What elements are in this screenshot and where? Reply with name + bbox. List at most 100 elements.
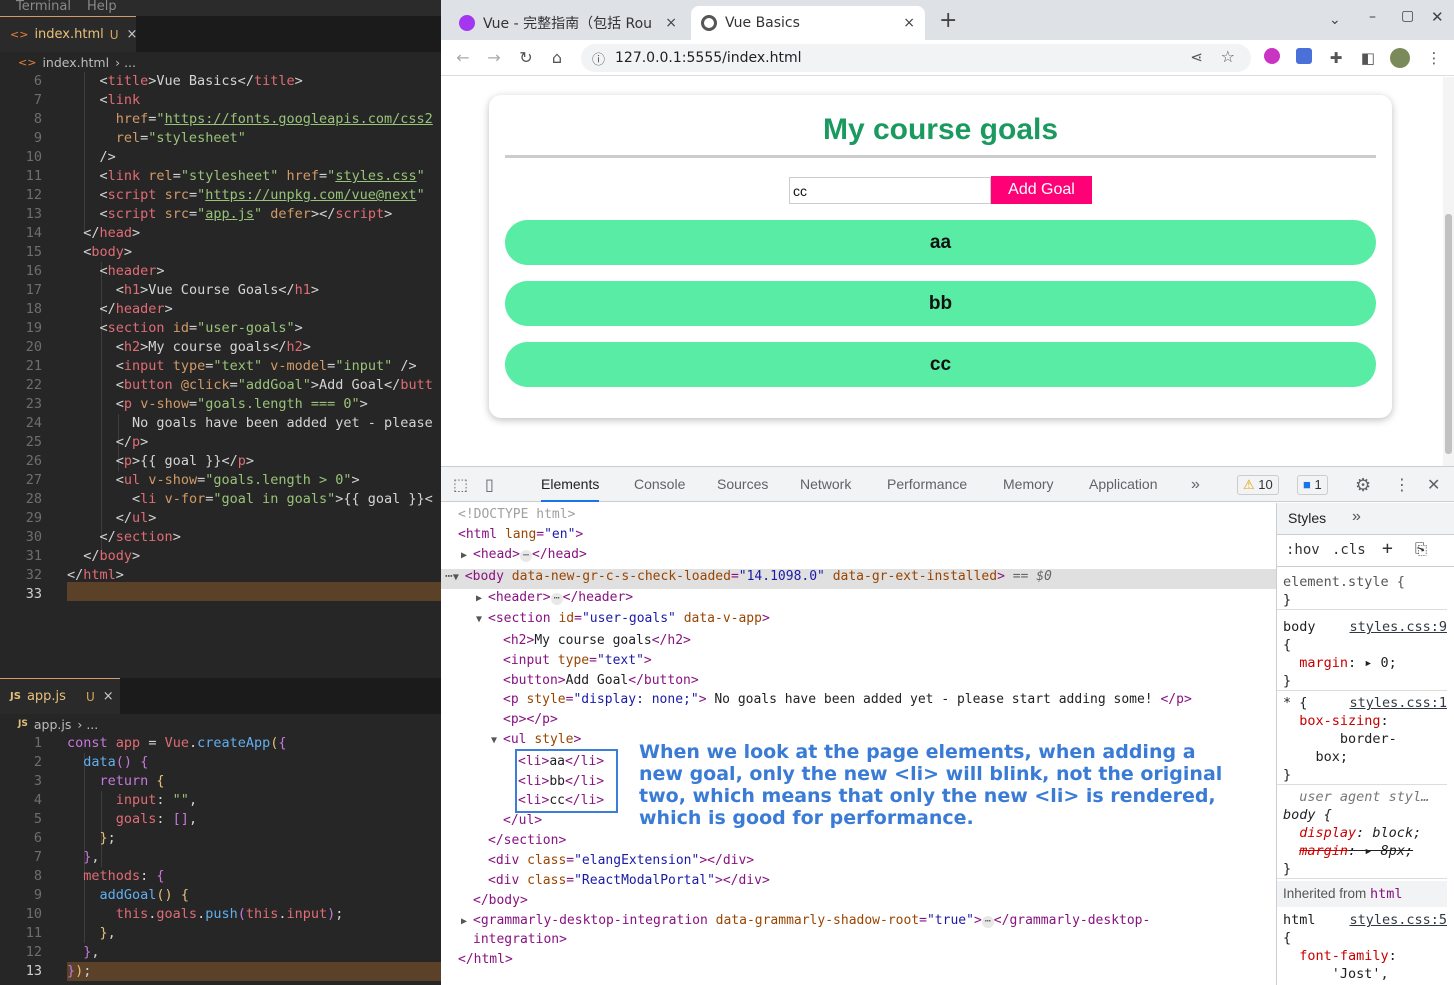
dom-node[interactable]: <p></p> (503, 710, 558, 730)
tab-performance[interactable]: Performance (887, 467, 967, 502)
line-number: 20 (25, 339, 42, 355)
new-rule-plus-icon[interactable]: + (1382, 538, 1393, 559)
share-icon[interactable]: ⋖ (1190, 48, 1203, 66)
breadcrumb-file[interactable]: app.js (34, 717, 72, 732)
tab-sources[interactable]: Sources (717, 467, 768, 502)
collapse-triangle-icon[interactable]: ▼ (453, 568, 465, 588)
breadcrumb-rest[interactable]: › ... (77, 717, 98, 732)
tab-styles[interactable]: Styles (1288, 510, 1326, 526)
close-icon[interactable]: × (127, 27, 138, 42)
add-goal-button[interactable]: Add Goal (991, 176, 1092, 204)
breadcrumb-rest[interactable]: › ... (115, 55, 136, 70)
dom-node[interactable]: ▶ <head> ⋯ </head> (461, 545, 587, 565)
extension-lr-icon[interactable] (1262, 48, 1282, 68)
dom-node[interactable]: <h2>My course goals</h2> (503, 631, 691, 651)
dom-node[interactable]: <p style="display: none;"> No goals have… (503, 690, 1192, 710)
devtools-menu-kebab-icon[interactable]: ⋮ (1394, 475, 1410, 494)
settings-gear-icon[interactable]: ⚙ (1355, 475, 1371, 496)
dom-node[interactable]: <div class="elangExtension"></div> (488, 851, 754, 871)
bookmark-star-icon[interactable]: ☆ (1221, 47, 1235, 66)
ellipsis-icon[interactable]: ⋯ (550, 593, 563, 605)
messages-badge[interactable]: ■ 1 (1297, 475, 1328, 495)
styles-more-chevron-icon[interactable]: » (1352, 508, 1361, 526)
browser-tab-vue-basics[interactable]: Vue Basics × (691, 6, 925, 40)
dom-node-body[interactable]: ⋯▼ <body data-new-gr-c-s-check-loaded="14… (445, 567, 1052, 587)
warnings-badge[interactable]: ⚠ 10 (1237, 475, 1279, 495)
tab-search-chevron-down-icon[interactable]: ⌄ (1329, 12, 1341, 28)
stylesheet-link[interactable]: styles.css:5 (1349, 911, 1447, 929)
dom-node[interactable]: ▶ <grammarly-desktop-integration data-gra… (461, 911, 1150, 931)
close-icon[interactable]: × (103, 689, 114, 704)
ellipsis-icon[interactable]: ⋯ (519, 550, 532, 562)
menu-kebab-icon[interactable]: ⋮ (1424, 48, 1444, 68)
close-icon[interactable]: × (665, 15, 677, 31)
dom-node[interactable]: </section> (488, 831, 566, 851)
dom-node[interactable]: <!DOCTYPE html> (458, 505, 575, 525)
menu-terminal[interactable]: Terminal (16, 0, 71, 14)
device-toolbar-icon[interactable]: ▯ (485, 475, 494, 494)
scrollbar-thumb[interactable] (1445, 214, 1452, 454)
translate-icon[interactable] (1294, 48, 1314, 68)
collapse-triangle-icon[interactable]: ▼ (476, 610, 488, 630)
dom-node[interactable]: </body> (473, 891, 528, 911)
hov-toggle[interactable]: :hov (1286, 542, 1320, 558)
paint-roller-icon[interactable]: ⎘ (1415, 540, 1427, 558)
stylesheet-link[interactable]: styles.css:1 (1349, 694, 1447, 712)
reload-icon[interactable]: ↻ (516, 48, 536, 67)
style-rule-body[interactable]: body styles.css:9 { margin: ▸ 0; } (1277, 618, 1447, 691)
new-tab-button[interactable]: + (939, 8, 957, 33)
dom-node[interactable]: ▼ <ul style> (491, 730, 581, 750)
goal-input[interactable] (789, 177, 991, 204)
dom-node[interactable]: <div class="ReactModalPortal"></div> (488, 871, 770, 891)
more-tabs-chevron-icon[interactable]: » (1191, 467, 1200, 502)
tab-app-js[interactable]: JS app.js U × (0, 678, 120, 714)
dom-node[interactable]: <html lang="en"> (458, 525, 583, 545)
extensions-puzzle-icon[interactable]: ✚ (1326, 48, 1346, 68)
cls-toggle[interactable]: .cls (1332, 542, 1366, 558)
dom-node[interactable]: <button>Add Goal</button> (503, 671, 699, 691)
side-panel-icon[interactable]: ◧ (1358, 48, 1378, 68)
inspect-element-icon[interactable]: ⬚ (453, 475, 468, 494)
js-file-icon: JS (10, 691, 21, 702)
html-editor[interactable]: 6 7 8 9 10 11 12 13 14 15 16 17 18 19 20 21 22 23 24 25 26 27… (0, 72, 441, 652)
ellipsis-icon[interactable]: ⋯ (981, 916, 994, 928)
style-rule-user-agent[interactable]: user agent styl… body { display: block; … (1277, 788, 1447, 879)
profile-avatar[interactable] (1390, 48, 1410, 68)
maximize-icon[interactable]: ▢ (1401, 8, 1414, 24)
page-scrollbar[interactable] (1443, 77, 1454, 466)
minimize-icon[interactable]: – (1369, 9, 1376, 25)
browser-tab-course[interactable]: Vue - 完整指南（包括 Rou × (449, 6, 687, 40)
dom-node[interactable]: <input type="text"> (503, 651, 652, 671)
tab-elements[interactable]: Elements (541, 467, 600, 502)
elements-dom-tree[interactable]: <!DOCTYPE html> <html lang="en"> ▶ <head>… (441, 503, 1276, 985)
dom-node[interactable]: integration> (473, 930, 567, 950)
breadcrumb-file[interactable]: index.html (42, 55, 109, 70)
home-icon[interactable]: ⌂ (547, 48, 567, 67)
menu-help[interactable]: Help (87, 0, 117, 14)
address-bar[interactable]: ⓘ 127.0.0.1:5555/index.html ⋖ ☆ (581, 44, 1251, 72)
back-arrow-icon[interactable]: ← (453, 48, 473, 67)
dom-node[interactable]: ▼ <section id="user-goals" data-v-app> (476, 609, 770, 629)
tab-application[interactable]: Application (1089, 467, 1158, 502)
window-close-icon[interactable]: ✕ (1431, 8, 1444, 26)
expand-triangle-icon[interactable]: ▶ (461, 546, 473, 566)
dom-node[interactable]: </html> (458, 950, 513, 970)
devtools-close-icon[interactable]: ✕ (1427, 475, 1440, 494)
close-icon[interactable]: × (903, 15, 915, 31)
dom-node[interactable]: </ul> (503, 811, 542, 831)
info-icon[interactable]: ⓘ (592, 49, 605, 68)
forward-arrow-icon[interactable]: → (484, 48, 504, 67)
tab-console[interactable]: Console (634, 467, 685, 502)
tab-index-html[interactable]: <> index.html U × (0, 16, 138, 52)
style-rule-universal[interactable]: * { styles.css:1 box-sizing: border- box… (1277, 694, 1447, 785)
expand-triangle-icon[interactable]: ▶ (461, 912, 473, 932)
tab-memory[interactable]: Memory (1003, 467, 1054, 502)
expand-triangle-icon[interactable]: ▶ (476, 589, 488, 609)
collapse-triangle-icon[interactable]: ▼ (491, 731, 503, 751)
dom-node[interactable]: ▶ <header> ⋯ </header> (476, 588, 633, 608)
stylesheet-link[interactable]: styles.css:9 (1349, 618, 1447, 636)
style-rule-element[interactable]: element.style { } (1277, 573, 1447, 610)
style-rule-html[interactable]: html styles.css:5 { font-family: 'Jost',… (1277, 911, 1447, 985)
tab-network[interactable]: Network (800, 467, 851, 502)
js-editor[interactable]: 1 2 3 4 5 6 7 8 9 10 11 12 13 const app = Vue.create… (0, 734, 441, 985)
